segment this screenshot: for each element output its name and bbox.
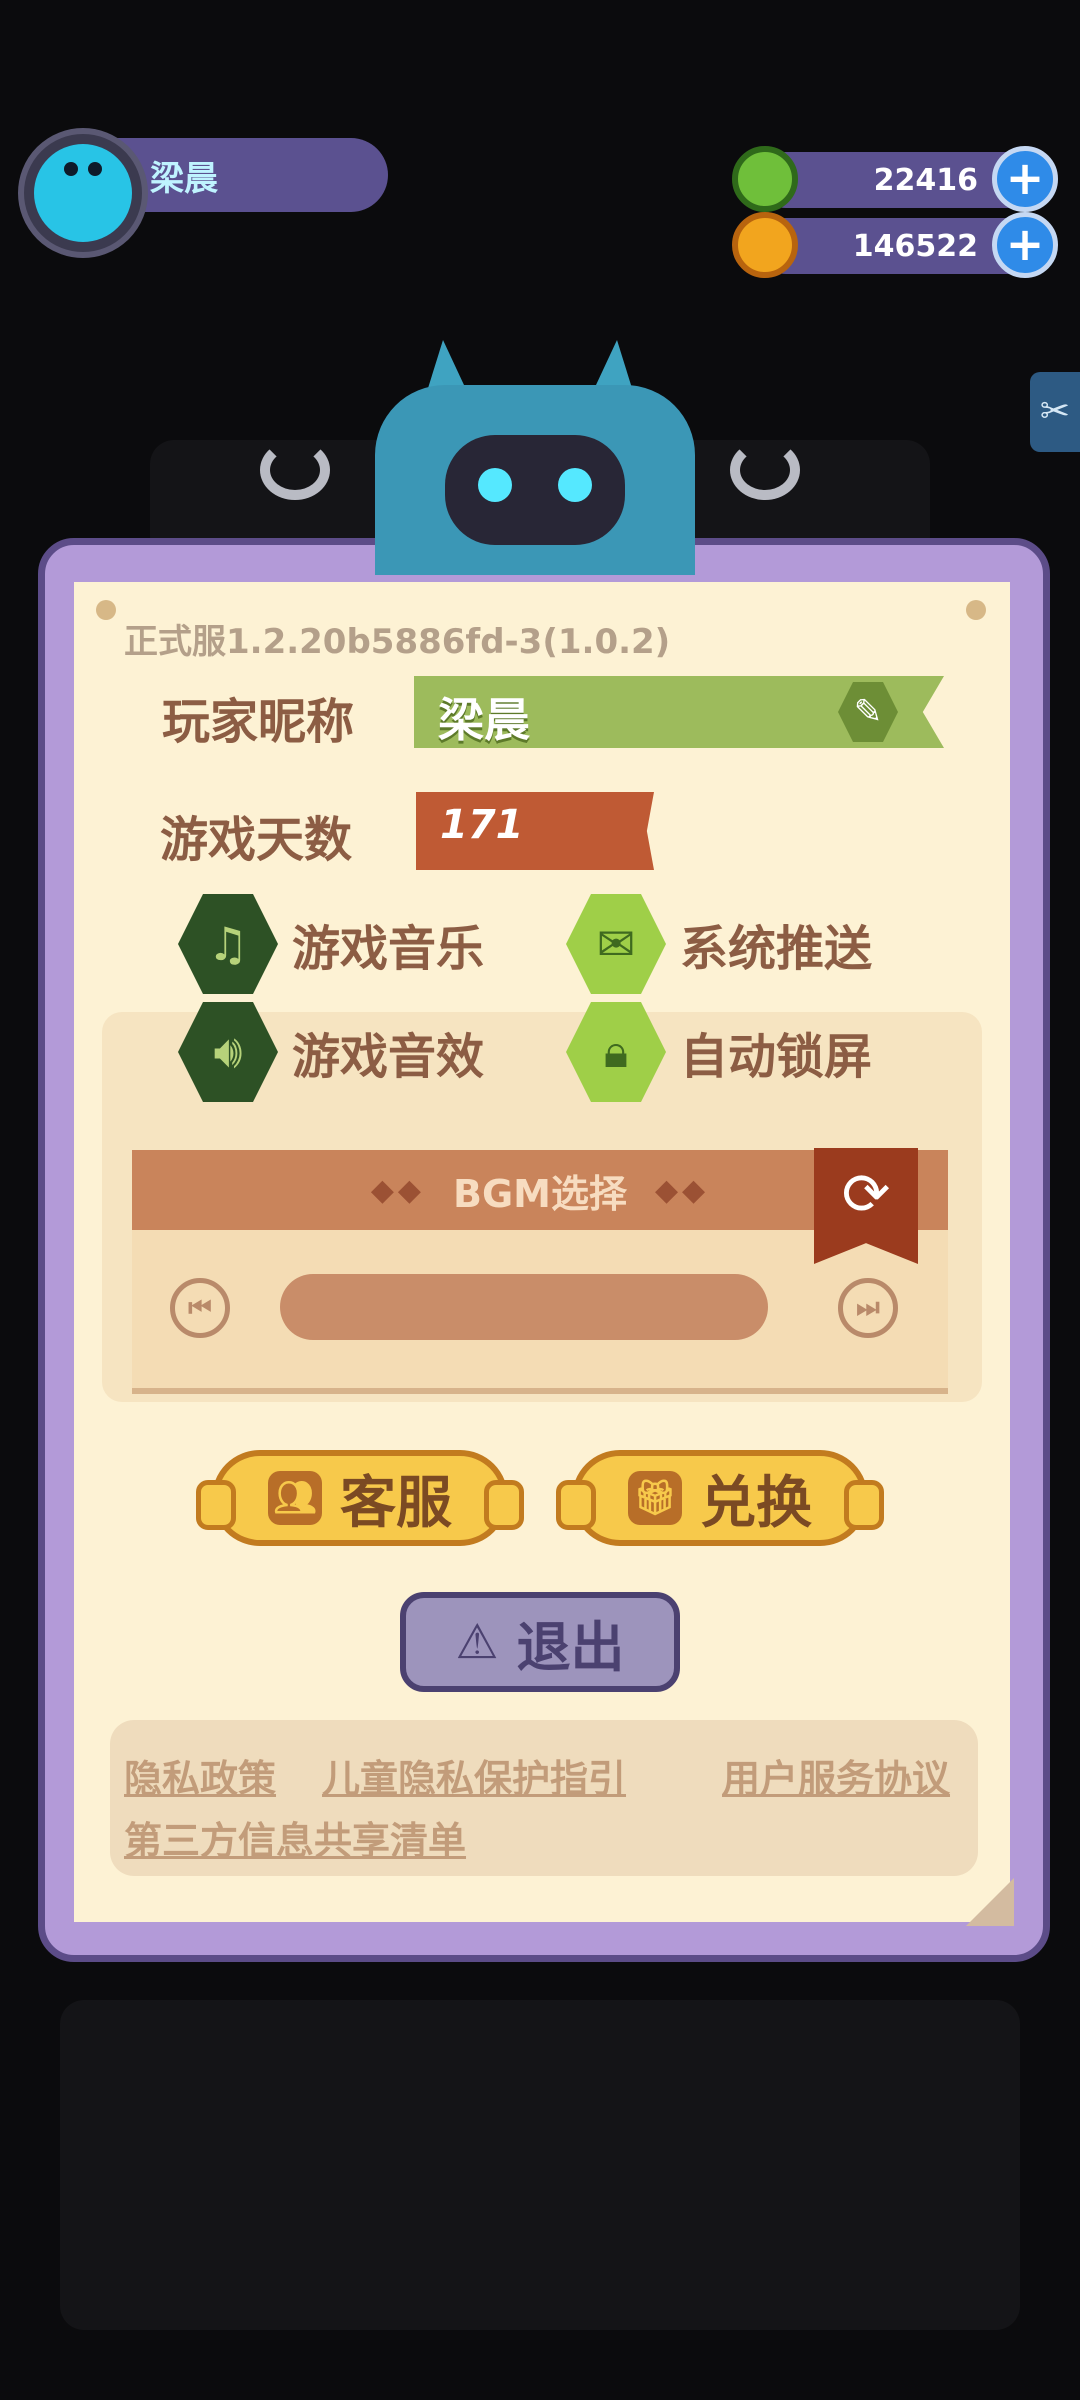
music-toggle-label: 游戏音乐 (292, 921, 485, 977)
warning-icon: ⚠ (455, 1614, 499, 1670)
avatar[interactable] (18, 128, 148, 258)
add-coin-button[interactable]: + (992, 212, 1058, 278)
robot-eye-left (478, 468, 512, 502)
track-name-bar (280, 1274, 768, 1340)
play-days-badge: 171 (416, 792, 654, 870)
user-agreement-link[interactable]: 用户服务协议 (722, 1748, 950, 1803)
music-toggle[interactable]: ♫ 游戏音乐 (178, 894, 484, 994)
button-knob (196, 1480, 236, 1530)
robot-left-claw (260, 440, 330, 500)
side-scissors-tab[interactable]: ✂ (1030, 372, 1080, 452)
robot-right-claw (730, 440, 800, 500)
pin-icon (966, 600, 986, 620)
lock-icon: 🔒︎ (566, 1002, 666, 1102)
diamond-ornament-icon: ◆◆ (370, 1172, 425, 1208)
gem-icon (732, 146, 798, 212)
logout-label: 退出 (516, 1615, 625, 1679)
gem-count: 22416 (873, 162, 978, 198)
redeem-button[interactable]: 🎁︎ 兑换 (556, 1450, 884, 1546)
legal-links: 隐私政策 儿童隐私保护指引 用户服务协议 第三方信息共享清单 (110, 1720, 978, 1876)
logout-button[interactable]: ⚠ 退出 (400, 1592, 680, 1692)
next-track-button[interactable]: ⏭︎ (838, 1278, 898, 1338)
bgm-selector: ◆◆ BGM选择 ◆◆ ⟳ ⏮︎ ⏭︎ (132, 1148, 948, 1394)
player-name-tag: 梁晨 (110, 138, 388, 212)
play-days-label: 游戏天数 (160, 812, 353, 868)
speaker-icon: 🔊︎ (178, 1002, 278, 1102)
push-toggle[interactable]: ✉ 系统推送 (566, 894, 872, 994)
gem-counter: 22416 + (732, 146, 1058, 212)
sfx-toggle[interactable]: 🔊︎ 游戏音效 (178, 1002, 484, 1102)
redeem-label: 兑换 (700, 1470, 812, 1536)
child-privacy-link[interactable]: 儿童隐私保护指引 (322, 1748, 626, 1803)
robot-eye-right (558, 468, 592, 502)
sfx-toggle-label: 游戏音效 (292, 1029, 485, 1085)
push-toggle-label: 系统推送 (680, 921, 873, 977)
people-icon: 👥︎ (268, 1471, 322, 1525)
auto-lock-toggle-label: 自动锁屏 (680, 1029, 873, 1085)
coin-counter: 146522 + (732, 212, 1058, 278)
robot-mascot (230, 340, 830, 575)
add-gem-button[interactable]: + (992, 146, 1058, 212)
button-knob (844, 1480, 884, 1530)
bgm-title: BGM选择 (453, 1171, 627, 1216)
nickname-label: 玩家昵称 (162, 694, 355, 750)
pin-icon (96, 600, 116, 620)
background-panel (60, 2000, 1020, 2330)
music-note-icon: ♫ (178, 894, 278, 994)
version-text: 正式服1.2.20b5886fd-3(1.0.2) (124, 622, 671, 662)
customer-service-label: 客服 (340, 1470, 452, 1536)
settings-panel: 正式服1.2.20b5886fd-3(1.0.2) 玩家昵称 梁晨 ✎ 游戏天数… (74, 582, 1014, 1926)
auto-lock-toggle[interactable]: 🔒︎ 自动锁屏 (566, 1002, 872, 1102)
loop-mode-button[interactable]: ⟳ (814, 1148, 918, 1264)
button-knob (556, 1480, 596, 1530)
button-knob (484, 1480, 524, 1530)
third-party-sharing-link[interactable]: 第三方信息共享清单 (124, 1810, 466, 1865)
privacy-policy-link[interactable]: 隐私政策 (124, 1748, 276, 1803)
customer-service-button[interactable]: 👥︎ 客服 (196, 1450, 524, 1546)
player-name: 梁晨 (150, 158, 218, 199)
coin-count: 146522 (852, 228, 978, 264)
play-days-value: 171 (440, 802, 524, 848)
gift-icon: 🎁︎ (628, 1471, 682, 1525)
robot-face-screen (445, 435, 625, 545)
cat-avatar-icon (34, 144, 132, 242)
mail-icon: ✉ (566, 894, 666, 994)
diamond-ornament-icon: ◆◆ (654, 1172, 710, 1208)
nickname-value: 梁晨 (438, 693, 530, 747)
coin-planet-icon (732, 212, 798, 278)
previous-track-button[interactable]: ⏮︎ (170, 1278, 230, 1338)
page-curl-corner (966, 1878, 1014, 1926)
